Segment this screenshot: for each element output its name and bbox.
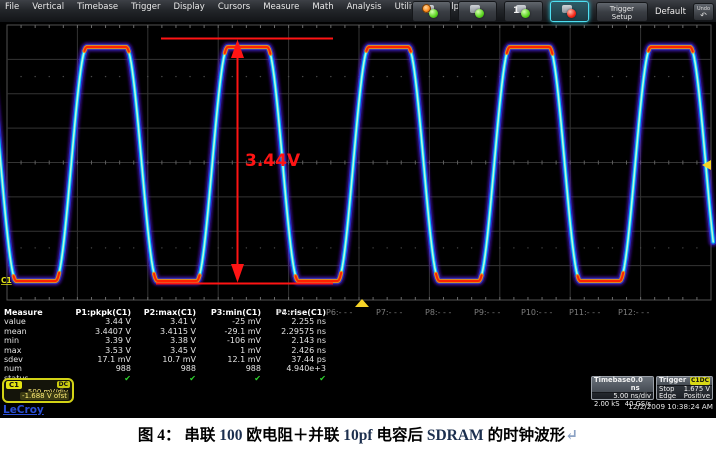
toolbar: 1 Trigger Setup Default Undo ↶	[412, 1, 714, 22]
param-header-empty[interactable]: P11:- - -	[569, 308, 600, 317]
menu-cursors[interactable]: Cursors	[218, 2, 250, 12]
timebase-descriptor[interactable]: Timebase 0.0 ns 5.00 ns/div 2.00 kS 40 G…	[591, 376, 654, 400]
auto-trigger-button[interactable]	[412, 1, 451, 22]
oscilloscope-window: 3.44V C1 File Vertical Timebase Trigger Disp…	[0, 0, 716, 418]
menu-math[interactable]: Math	[312, 2, 333, 12]
measure-value: 17.1 mV	[59, 355, 131, 364]
measure-value: 3.44 V	[59, 317, 131, 326]
trigger-type: Edge	[659, 393, 676, 401]
measure-value: -29.1 mV	[189, 327, 261, 336]
measure-value: 3.53 V	[59, 346, 131, 355]
timebase-delay: 0.0 ns	[631, 377, 651, 392]
caption-segment: 欧电阻＋并联	[246, 427, 343, 444]
measure-row-label: sdev	[4, 355, 23, 364]
param-header-empty[interactable]: P10:- - -	[521, 308, 552, 317]
trigger-descriptor[interactable]: Trigger C1DC Stop 1.675 V Edge Positive	[656, 376, 713, 400]
datetime-stamp: 12/2/2009 10:38:24 AM	[628, 402, 713, 411]
measure-value: 4.940e+3	[254, 364, 326, 373]
param-header-p2[interactable]: P2:max(C1)	[124, 308, 196, 317]
dc-coupling-badge: DC	[57, 381, 70, 388]
menu-analysis[interactable]: Analysis	[347, 2, 382, 12]
measure-value: -106 mV	[189, 336, 261, 345]
document-page: 3.44V C1 File Vertical Timebase Trigger Disp…	[0, 0, 716, 449]
c1-offset: -1.688 V ofst	[20, 392, 69, 400]
measure-value: 988	[124, 364, 196, 373]
param-header-empty[interactable]: P8:- - -	[425, 308, 451, 317]
figure-caption: 图 4： 串联 100 欧电阻＋并联 10pf 电容后 SDRAM 的时钟波形↵	[0, 423, 716, 445]
status-check-icon: ✔	[189, 374, 261, 383]
c1-position-label[interactable]: C1	[1, 276, 12, 285]
measure-value: 1 mV	[189, 346, 261, 355]
lecroy-logo: LeCroy	[3, 404, 44, 416]
param-header-empty[interactable]: P9:- - -	[474, 308, 500, 317]
measure-row-label: mean	[4, 327, 27, 336]
normal-trigger-button[interactable]	[458, 1, 497, 22]
status-check-icon: ✔	[124, 374, 196, 383]
measure-value: 10.7 mV	[124, 355, 196, 364]
undo-icon: ↶	[694, 12, 713, 19]
menu-file[interactable]: File	[5, 2, 19, 12]
stop-trigger-button[interactable]	[550, 1, 589, 22]
trigger-source-badge: C1DC	[690, 377, 710, 385]
measure-table-title: Measure	[4, 308, 43, 317]
measure-value: 3.38 V	[124, 336, 196, 345]
caption-segment: 100	[219, 427, 246, 444]
timebase-samples: 2.00 kS	[594, 401, 620, 409]
measure-value: 37.44 ps	[254, 355, 326, 364]
param-header-empty[interactable]: P5:- - -	[277, 308, 303, 317]
param-header-empty[interactable]: P6:- - -	[326, 308, 352, 317]
menu-timebase[interactable]: Timebase	[77, 2, 118, 12]
measure-row-label: max	[4, 346, 21, 355]
default-label[interactable]: Default	[655, 7, 686, 17]
trigger-slope: Positive	[684, 393, 710, 401]
measure-value: 3.4407 V	[59, 327, 131, 336]
measure-value: 3.4115 V	[124, 327, 196, 336]
param-header-p1[interactable]: P1:pkpk(C1)	[59, 308, 131, 317]
undo-button[interactable]: Undo ↶	[693, 3, 714, 21]
measure-value: 2.29575 ns	[254, 327, 326, 336]
param-header-empty[interactable]: P7:- - -	[376, 308, 402, 317]
measure-value: -25 mV	[189, 317, 261, 326]
measure-value: 988	[59, 364, 131, 373]
measure-value: 2.255 ns	[254, 317, 326, 326]
menu-vertical[interactable]: Vertical	[32, 2, 64, 12]
caption-segment: ↵	[565, 427, 578, 444]
c1-badge: C1	[6, 381, 22, 389]
caption-segment: 10pf	[343, 427, 376, 444]
menu-display[interactable]: Display	[173, 2, 204, 12]
menu-items: File Vertical Timebase Trigger Display Cursor…	[0, 0, 459, 12]
measure-row-label: value	[4, 317, 26, 326]
measure-value: 988	[189, 364, 261, 373]
status-check-icon: ✔	[254, 374, 326, 383]
annotation-label: 3.44V	[245, 151, 301, 171]
menu-measure[interactable]: Measure	[263, 2, 299, 12]
caption-segment: 的时钟波形	[488, 427, 566, 444]
measure-row-label: num	[4, 364, 22, 373]
channel-c1-descriptor[interactable]: C1 DC 500 mV/div -1.688 V ofst	[2, 378, 74, 403]
measure-table: MeasurevaluemeanminmaxsdevnumstatusP1:pk…	[0, 306, 716, 378]
param-header-empty[interactable]: P12:- - -	[618, 308, 649, 317]
param-header-p3[interactable]: P3:min(C1)	[189, 308, 261, 317]
caption-segment: SDRAM	[427, 427, 488, 444]
measure-value: 3.41 V	[124, 317, 196, 326]
measure-row-label: min	[4, 336, 19, 345]
measure-value: 2.143 ns	[254, 336, 326, 345]
measure-value: 3.45 V	[124, 346, 196, 355]
measure-value: 2.426 ns	[254, 346, 326, 355]
caption-segment: 图 4： 串联	[138, 427, 219, 444]
caption-segment: 电容后	[376, 427, 426, 444]
trigger-setup-button[interactable]: Trigger Setup	[596, 2, 648, 22]
menu-bar: File Vertical Timebase Trigger Display Cursor…	[0, 0, 716, 23]
measure-value: 12.1 mV	[189, 355, 261, 364]
single-trigger-button[interactable]: 1	[504, 1, 543, 22]
menu-trigger[interactable]: Trigger	[131, 2, 160, 12]
measure-value: 3.39 V	[59, 336, 131, 345]
